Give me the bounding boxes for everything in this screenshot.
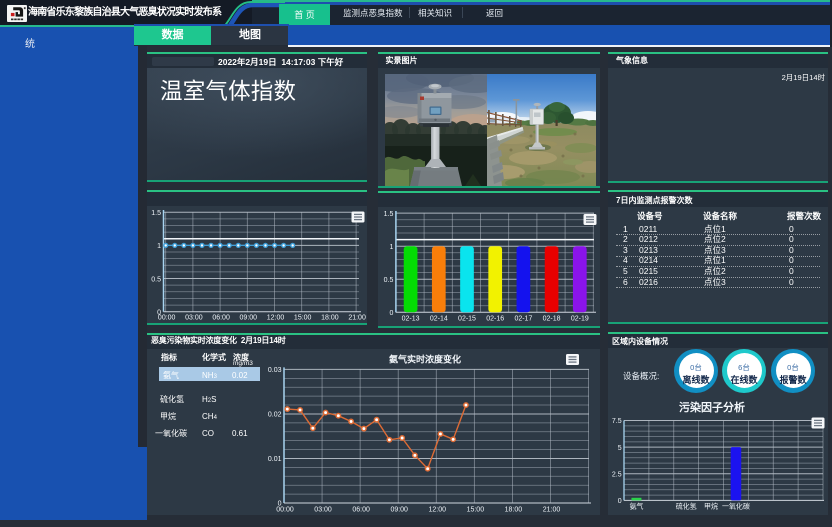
svg-text:06:00: 06:00 [212, 315, 230, 322]
svg-text:0: 0 [618, 498, 622, 505]
svg-text:1: 1 [389, 243, 393, 250]
svg-text:甲烷: 甲烷 [704, 502, 718, 511]
svg-text:12:00: 12:00 [429, 506, 447, 513]
svg-text:00:00: 00:00 [276, 506, 294, 513]
svg-text:0.5: 0.5 [151, 276, 161, 283]
svg-text:21:00: 21:00 [348, 315, 366, 322]
svg-text:06:00: 06:00 [352, 506, 370, 513]
svg-text:09:00: 09:00 [240, 315, 258, 322]
svg-text:2.5: 2.5 [612, 471, 622, 478]
svg-text:5: 5 [618, 445, 622, 452]
svg-text:0.01: 0.01 [268, 456, 282, 463]
svg-text:0.03: 0.03 [268, 367, 282, 374]
svg-text:00:00: 00:00 [158, 315, 176, 322]
svg-text:氨气: 氨气 [629, 502, 643, 511]
svg-text:氨气实时浓度变化: 氨气实时浓度变化 [389, 353, 461, 364]
svg-text:12:00: 12:00 [267, 315, 285, 322]
svg-text:03:00: 03:00 [185, 315, 203, 322]
svg-text:18:00: 18:00 [321, 315, 339, 322]
svg-text:15:00: 15:00 [467, 506, 485, 513]
svg-text:7.5: 7.5 [612, 418, 622, 425]
svg-text:18:00: 18:00 [505, 506, 523, 513]
svg-text:0.5: 0.5 [383, 276, 393, 283]
svg-text:02-17: 02-17 [514, 315, 532, 322]
svg-text:02-19: 02-19 [570, 315, 588, 322]
svg-text:0: 0 [389, 310, 393, 317]
svg-text:21:00: 21:00 [543, 506, 561, 513]
svg-text:02-14: 02-14 [429, 315, 447, 322]
svg-text:0.02: 0.02 [268, 411, 282, 418]
svg-text:02-16: 02-16 [486, 315, 504, 322]
svg-text:02-18: 02-18 [542, 315, 560, 322]
svg-text:1.5: 1.5 [383, 210, 393, 217]
svg-text:1.5: 1.5 [151, 210, 161, 217]
svg-text:09:00: 09:00 [390, 506, 408, 513]
svg-text:一氧化碳: 一氧化碳 [722, 502, 750, 511]
svg-text:03:00: 03:00 [314, 506, 332, 513]
svg-text:02-15: 02-15 [458, 315, 476, 322]
svg-text:硫化氢: 硫化氢 [676, 502, 697, 511]
svg-text:1: 1 [157, 243, 161, 250]
svg-text:15:00: 15:00 [294, 315, 312, 322]
svg-text:02-13: 02-13 [401, 315, 419, 322]
